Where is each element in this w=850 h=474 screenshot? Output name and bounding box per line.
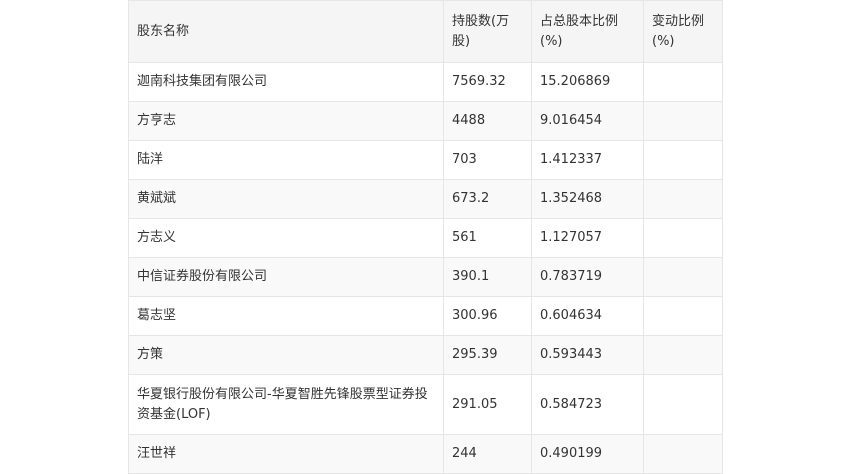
cell-shares-held: 295.39 — [443, 335, 532, 375]
table-row: 方志义 561 1.127057 — [128, 218, 723, 258]
header-shareholder-name: 股东名称 — [128, 0, 444, 63]
cell-change-ratio — [643, 101, 723, 141]
cell-share-ratio: 0.593443 — [531, 335, 644, 375]
cell-shareholder-name: 迦南科技集团有限公司 — [128, 62, 444, 102]
table-body: 迦南科技集团有限公司 7569.32 15.206869 方亨志 4488 9.… — [128, 62, 723, 474]
cell-share-ratio: 15.206869 — [531, 62, 644, 102]
cell-change-ratio — [643, 374, 723, 435]
shareholder-table: 股东名称 持股数(万股) 占总股本比例(%) 变动比例(%) 迦南科技集团有限公… — [128, 0, 723, 474]
cell-shareholder-name: 方策 — [128, 335, 444, 375]
cell-shares-held: 244 — [443, 434, 532, 474]
cell-share-ratio: 0.584723 — [531, 374, 644, 435]
cell-shareholder-name: 黄斌斌 — [128, 179, 444, 219]
table-header: 股东名称 持股数(万股) 占总股本比例(%) 变动比例(%) — [128, 0, 723, 63]
cell-share-ratio: 0.604634 — [531, 296, 644, 336]
header-shares-held: 持股数(万股) — [443, 0, 532, 63]
table-row: 陆洋 703 1.412337 — [128, 140, 723, 180]
cell-share-ratio: 0.783719 — [531, 257, 644, 297]
cell-shares-held: 7569.32 — [443, 62, 532, 102]
cell-share-ratio: 1.127057 — [531, 218, 644, 258]
header-row: 股东名称 持股数(万股) 占总股本比例(%) 变动比例(%) — [128, 0, 723, 63]
cell-change-ratio — [643, 296, 723, 336]
cell-shares-held: 390.1 — [443, 257, 532, 297]
cell-change-ratio — [643, 62, 723, 102]
cell-change-ratio — [643, 218, 723, 258]
cell-shares-held: 703 — [443, 140, 532, 180]
cell-change-ratio — [643, 257, 723, 297]
cell-shareholder-name: 方志义 — [128, 218, 444, 258]
table-row: 黄斌斌 673.2 1.352468 — [128, 179, 723, 219]
cell-shareholder-name: 方亨志 — [128, 101, 444, 141]
header-share-ratio: 占总股本比例(%) — [531, 0, 644, 63]
shareholder-table-container: 股东名称 持股数(万股) 占总股本比例(%) 变动比例(%) 迦南科技集团有限公… — [128, 0, 723, 474]
cell-shareholder-name: 陆洋 — [128, 140, 444, 180]
cell-shareholder-name: 葛志坚 — [128, 296, 444, 336]
cell-change-ratio — [643, 434, 723, 474]
table-row: 方策 295.39 0.593443 — [128, 335, 723, 375]
cell-change-ratio — [643, 335, 723, 375]
header-change-ratio: 变动比例(%) — [643, 0, 723, 63]
table-row: 方亨志 4488 9.016454 — [128, 101, 723, 141]
cell-shares-held: 291.05 — [443, 374, 532, 435]
cell-share-ratio: 0.490199 — [531, 434, 644, 474]
cell-shares-held: 4488 — [443, 101, 532, 141]
cell-shareholder-name: 汪世祥 — [128, 434, 444, 474]
cell-shares-held: 673.2 — [443, 179, 532, 219]
table-row: 华夏银行股份有限公司-华夏智胜先锋股票型证券投资基金(LOF) 291.05 0… — [128, 374, 723, 435]
cell-share-ratio: 9.016454 — [531, 101, 644, 141]
table-row: 中信证券股份有限公司 390.1 0.783719 — [128, 257, 723, 297]
cell-change-ratio — [643, 179, 723, 219]
table-row: 葛志坚 300.96 0.604634 — [128, 296, 723, 336]
cell-shares-held: 561 — [443, 218, 532, 258]
cell-shareholder-name: 中信证券股份有限公司 — [128, 257, 444, 297]
cell-shares-held: 300.96 — [443, 296, 532, 336]
cell-change-ratio — [643, 140, 723, 180]
cell-shareholder-name: 华夏银行股份有限公司-华夏智胜先锋股票型证券投资基金(LOF) — [128, 374, 444, 435]
table-row: 迦南科技集团有限公司 7569.32 15.206869 — [128, 62, 723, 102]
table-row: 汪世祥 244 0.490199 — [128, 434, 723, 474]
cell-share-ratio: 1.352468 — [531, 179, 644, 219]
cell-share-ratio: 1.412337 — [531, 140, 644, 180]
